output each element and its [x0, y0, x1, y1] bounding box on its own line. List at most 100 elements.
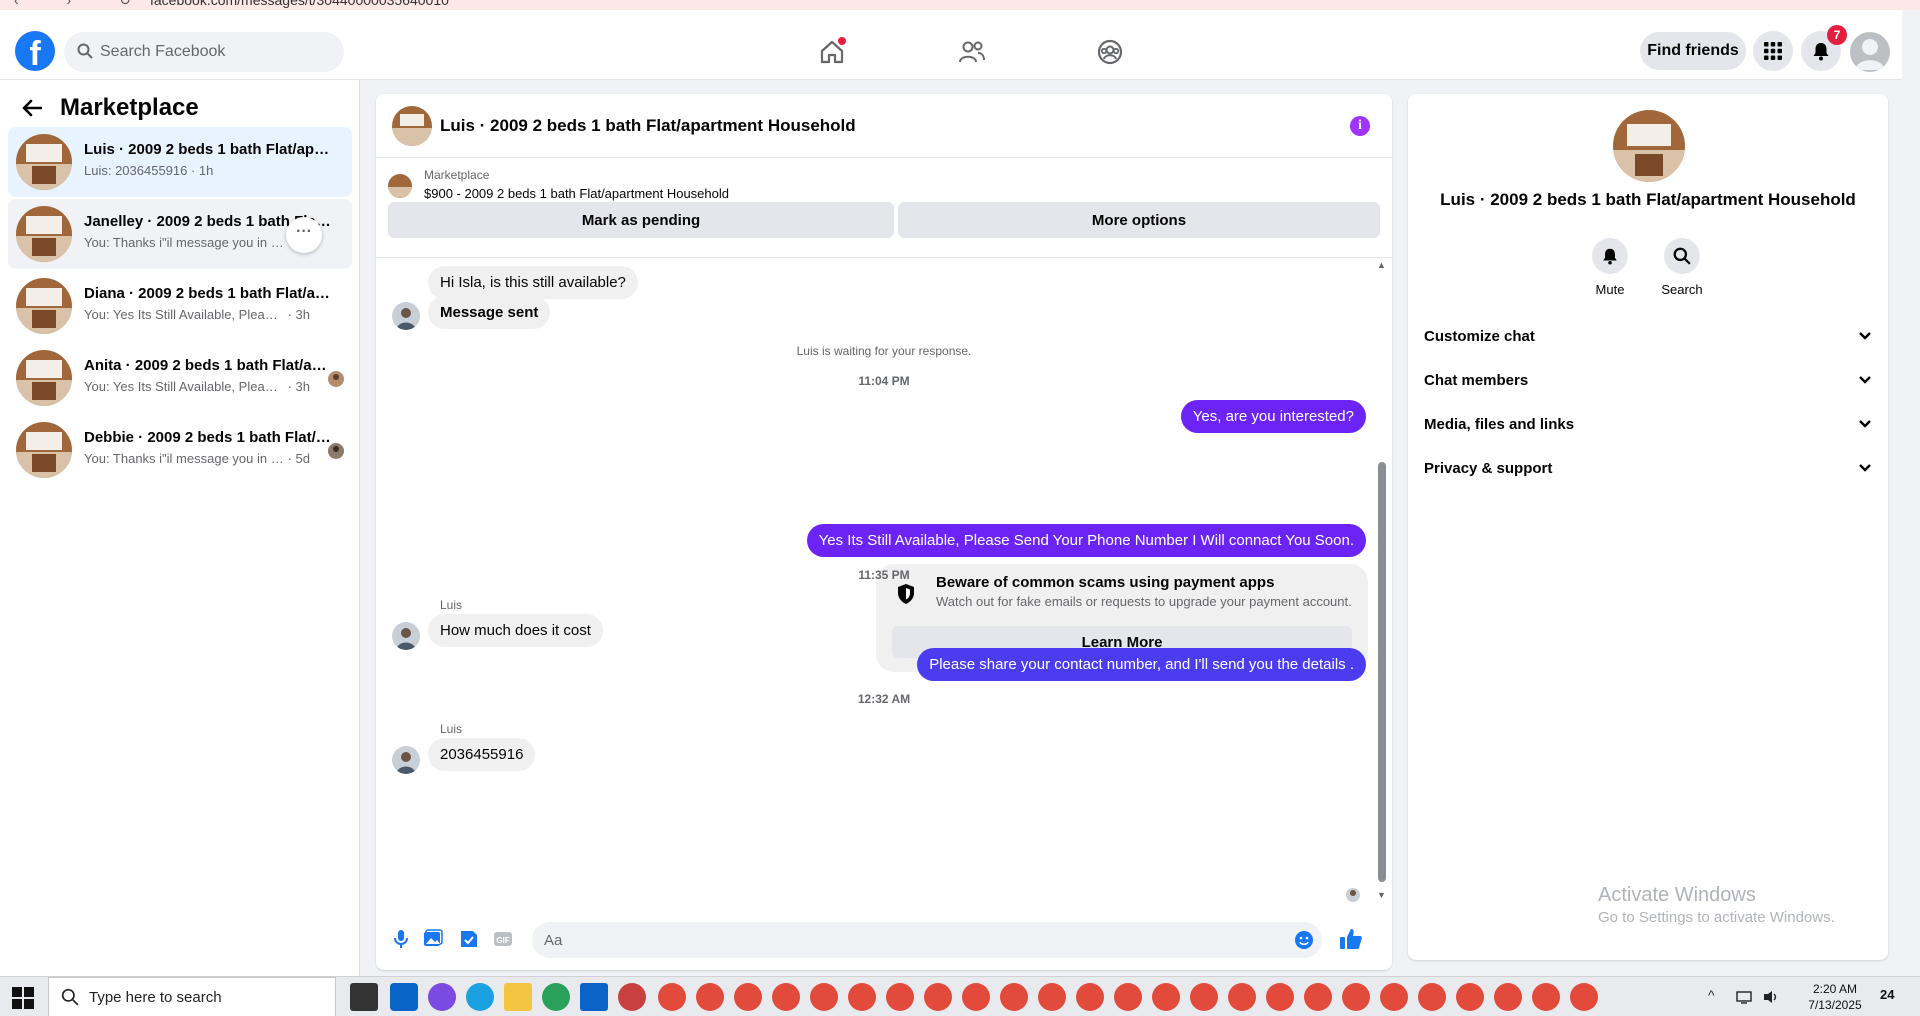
chrome-icon[interactable] — [1456, 983, 1484, 1011]
chrome-icon[interactable] — [1152, 983, 1180, 1011]
conversation-item-debbie[interactable]: Debbie · 2009 2 beds 1 bath Flat/apartme… — [8, 415, 352, 485]
conversation-item-diana[interactable]: Diana · 2009 2 beds 1 bath Flat/apartmen… — [8, 271, 352, 341]
chrome-icon[interactable] — [1342, 983, 1370, 1011]
file-explorer-icon[interactable] — [504, 983, 532, 1011]
chrome-icon[interactable] — [1266, 983, 1294, 1011]
chrome-icon[interactable] — [1532, 983, 1560, 1011]
sender-avatar — [392, 302, 420, 330]
search-facebook[interactable] — [64, 32, 344, 72]
message-input[interactable] — [544, 922, 1264, 958]
chrome-icon[interactable] — [1304, 983, 1332, 1011]
groups-icon[interactable] — [1090, 32, 1130, 72]
chrome-icon[interactable] — [1190, 983, 1218, 1011]
accordion-media-files-links[interactable]: Media, files and links — [1424, 406, 1872, 442]
accordion-privacy-support[interactable]: Privacy & support — [1424, 450, 1872, 486]
sender-avatar — [392, 622, 420, 650]
sender-avatar — [392, 746, 420, 774]
chrome-icon[interactable] — [1494, 983, 1522, 1011]
timestamp: 11:35 PM — [858, 568, 910, 582]
chrome-icon[interactable] — [1000, 983, 1028, 1011]
chat-title[interactable]: Luis · 2009 2 beds 1 bath Flat/apartment… — [440, 116, 856, 136]
chrome-icon[interactable] — [542, 983, 570, 1011]
chrome-icon[interactable] — [1570, 983, 1598, 1011]
message-scrollbar[interactable]: ▲ ▼ — [1377, 260, 1386, 902]
conversation-info-panel: Luis · 2009 2 beds 1 bath Flat/apartment… — [1408, 94, 1888, 960]
scroll-down-icon[interactable]: ▼ — [1377, 890, 1386, 900]
outlook-icon[interactable] — [390, 983, 418, 1011]
chrome-icon[interactable] — [1114, 983, 1142, 1011]
edge-icon[interactable] — [466, 983, 494, 1011]
friends-icon[interactable] — [952, 32, 992, 72]
chrome-icon[interactable] — [772, 983, 800, 1011]
like-thumbs-up-icon[interactable] — [1338, 926, 1364, 952]
notification-center-count[interactable]: 24 — [1880, 987, 1894, 1002]
chrome-icon[interactable] — [962, 983, 990, 1011]
more-options-button[interactable]: More options — [898, 202, 1380, 238]
more-options-icon[interactable]: ··· — [286, 217, 322, 253]
message-list[interactable]: Hi Isla, is this still available? Messag… — [376, 258, 1392, 906]
chrome-icon[interactable] — [810, 983, 838, 1011]
accordion-customize-chat[interactable]: Customize chat — [1424, 318, 1872, 354]
browser-nav-icons[interactable]: ‹ › ↻ — [14, 0, 153, 9]
watermark-subtitle: Go to Settings to activate Windows. — [1598, 909, 1835, 926]
chrome-icon[interactable] — [658, 983, 686, 1011]
conversation-item-janelley[interactable]: Janelley · 2009 2 beds 1 bath Flat/apart… — [8, 199, 352, 269]
profile-avatar[interactable] — [1850, 32, 1890, 72]
volume-icon[interactable] — [1762, 989, 1780, 1005]
chrome-icon[interactable] — [1418, 983, 1446, 1011]
listing-title[interactable]: $900 - 2009 2 beds 1 bath Flat/apartment… — [424, 186, 729, 201]
system-clock[interactable]: 2:20 AM 7/13/2025 — [1800, 981, 1870, 1013]
microphone-icon[interactable] — [390, 928, 412, 950]
chat-avatar[interactable] — [392, 106, 432, 146]
store-icon[interactable] — [580, 983, 608, 1011]
gif-icon[interactable]: GIF — [492, 928, 514, 950]
emoji-icon[interactable] — [1294, 930, 1314, 950]
scroll-up-icon[interactable]: ▲ — [1377, 260, 1386, 270]
conversation-sidebar: Marketplace Luis · 2009 2 beds 1 bath Fl… — [0, 80, 360, 980]
address-bar[interactable]: facebook.com/messages/t/3044000003564001… — [150, 0, 449, 8]
taskbar-search[interactable]: Type here to search — [48, 977, 336, 1016]
info-icon[interactable]: i — [1350, 116, 1370, 136]
timestamp: 11:04 PM — [858, 374, 910, 388]
mute-button[interactable]: Mute — [1580, 238, 1640, 297]
search-input[interactable] — [100, 32, 330, 72]
chrome-icon[interactable] — [924, 983, 952, 1011]
mark-as-pending-button[interactable]: Mark as pending — [388, 202, 894, 238]
conversation-title: Luis · 2009 2 beds 1 bath Flat/apartment… — [84, 141, 334, 158]
watermark-title: Activate Windows — [1598, 884, 1756, 906]
facebook-logo-icon[interactable]: f — [15, 31, 55, 71]
find-friends-button[interactable]: Find friends — [1640, 32, 1746, 70]
home-icon[interactable] — [812, 32, 852, 72]
chrome-icon[interactable] — [886, 983, 914, 1011]
menu-grid-icon[interactable] — [1753, 31, 1793, 71]
app-icon[interactable] — [618, 983, 646, 1011]
seen-avatar — [1346, 888, 1360, 902]
chrome-icon[interactable] — [848, 983, 876, 1011]
chrome-icon[interactable] — [734, 983, 762, 1011]
accordion-chat-members[interactable]: Chat members — [1424, 362, 1872, 398]
message-input-box[interactable] — [532, 922, 1322, 958]
windows-start-icon[interactable] — [12, 987, 34, 1009]
conversation-item-luis[interactable]: Luis · 2009 2 beds 1 bath Flat/apartment… — [8, 127, 352, 197]
photo-icon[interactable] — [422, 928, 444, 950]
copilot-icon[interactable] — [428, 983, 456, 1011]
chrome-icon[interactable] — [1228, 983, 1256, 1011]
contact-avatar[interactable] — [1613, 110, 1685, 182]
conversation-preview: You: Thanks i"il message you in a ... · … — [84, 451, 311, 466]
chrome-icon[interactable] — [1076, 983, 1104, 1011]
chrome-icon[interactable] — [696, 983, 724, 1011]
sticker-icon[interactable] — [458, 928, 480, 950]
sidebar-title: Marketplace — [60, 94, 199, 121]
network-icon[interactable] — [1736, 989, 1754, 1005]
notifications-bell-icon[interactable]: 7 — [1801, 25, 1847, 71]
task-view-icon[interactable] — [350, 983, 378, 1011]
scrollbar-thumb[interactable] — [1378, 462, 1386, 882]
chrome-icon[interactable] — [1380, 983, 1408, 1011]
listing-thumbnail — [16, 206, 72, 262]
conversation-item-anita[interactable]: Anita · 2009 2 beds 1 bath Flat/apartmen… — [8, 343, 352, 413]
home-notification-dot — [838, 37, 846, 45]
search-in-chat-button[interactable]: Search — [1652, 238, 1712, 297]
chrome-icon[interactable] — [1038, 983, 1066, 1011]
tray-overflow-icon[interactable]: ^ — [1708, 987, 1715, 1003]
back-arrow-icon[interactable] — [18, 94, 46, 122]
